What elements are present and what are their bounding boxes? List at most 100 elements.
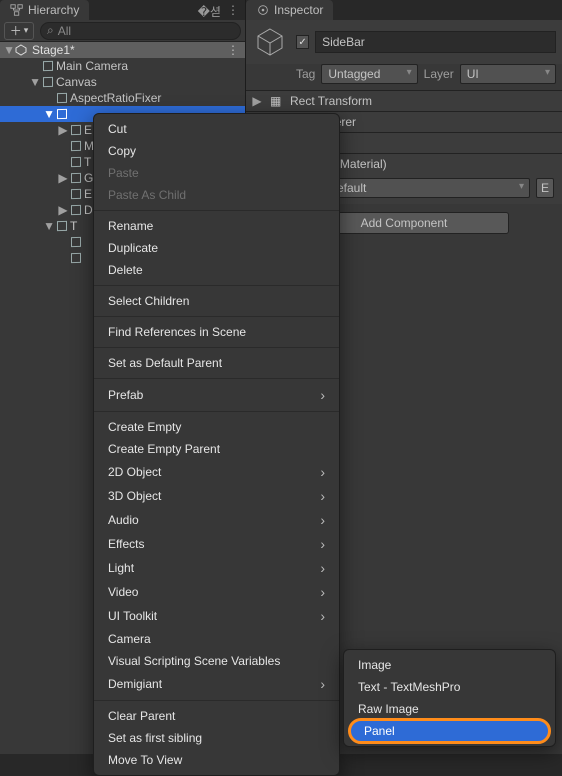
item-label: E xyxy=(84,187,92,201)
gameobject-icon xyxy=(70,156,82,168)
item-label: T xyxy=(84,155,91,169)
menu-item[interactable]: Light xyxy=(94,556,339,580)
menu-item[interactable]: Raw Image xyxy=(344,698,555,720)
item-label: G xyxy=(84,171,93,185)
lock-icon[interactable]: �셛 xyxy=(198,3,221,20)
menu-item[interactable]: Audio xyxy=(94,508,339,532)
menu-item[interactable]: Video xyxy=(94,580,339,604)
menu-item: Paste xyxy=(94,162,339,184)
tag-layer-row: Tag Untagged Layer UI xyxy=(246,64,562,90)
gameobject-icon xyxy=(56,220,68,232)
hierarchy-tab-bar: Hierarchy �셛 ⋮ xyxy=(0,0,245,20)
menu-item[interactable]: Cut xyxy=(94,118,339,140)
menu-item[interactable]: Copy xyxy=(94,140,339,162)
tag-dropdown[interactable]: Untagged xyxy=(321,64,417,84)
menu-item[interactable]: Clear Parent xyxy=(94,705,339,727)
unity-icon xyxy=(14,43,28,57)
foldout-icon[interactable]: ▼ xyxy=(30,77,40,87)
hierarchy-toolbar: ＋▾ ⌕ All xyxy=(0,20,245,42)
hierarchy-item[interactable]: AspectRatioFixer xyxy=(0,90,245,106)
separator xyxy=(94,411,339,412)
foldout-icon[interactable] xyxy=(44,93,54,103)
inspector-header: ✓ xyxy=(246,20,562,64)
foldout-icon[interactable]: ▶ xyxy=(58,205,68,215)
active-checkbox[interactable]: ✓ xyxy=(296,35,309,49)
menu-item[interactable]: Panel xyxy=(350,720,549,742)
menu-item[interactable]: Find References in Scene xyxy=(94,321,339,343)
foldout-icon[interactable] xyxy=(30,61,40,71)
menu-item[interactable]: Duplicate xyxy=(94,237,339,259)
gameobject-icon xyxy=(56,108,68,120)
menu-item[interactable]: Delete xyxy=(94,259,339,281)
gameobject-icon xyxy=(70,204,82,216)
create-button[interactable]: ＋▾ xyxy=(4,22,34,40)
chevron-down-icon[interactable]: ▼ xyxy=(4,45,14,55)
separator xyxy=(94,378,339,379)
separator xyxy=(94,347,339,348)
tab-inspector[interactable]: Inspector xyxy=(246,0,333,20)
menu-item[interactable]: Create Empty xyxy=(94,416,339,438)
component-header[interactable]: ▶ ▦ Rect Transform xyxy=(246,90,562,111)
inspector-icon xyxy=(256,3,270,17)
foldout-icon[interactable] xyxy=(58,237,68,247)
gameobject-icon xyxy=(70,140,82,152)
menu-item[interactable]: Effects xyxy=(94,532,339,556)
chevron-down-icon: ▾ xyxy=(24,25,29,36)
scene-row[interactable]: ▼ Stage1* ⋮ xyxy=(0,42,245,58)
gameobject-icon xyxy=(42,60,54,72)
menu-item[interactable]: Image xyxy=(344,654,555,676)
component-title: Rect Transform xyxy=(290,94,372,108)
menu-item[interactable]: Create Empty Parent xyxy=(94,438,339,460)
menu-item[interactable]: Demigiant xyxy=(94,672,339,696)
item-label: E xyxy=(84,123,92,137)
menu-item[interactable]: Rename xyxy=(94,215,339,237)
ui-submenu: ImageText - TextMeshProRaw ImagePanel xyxy=(343,649,556,747)
menu-item[interactable]: Select Children xyxy=(94,290,339,312)
separator xyxy=(94,316,339,317)
edit-button[interactable]: E xyxy=(536,178,554,198)
foldout-icon[interactable]: ▶ xyxy=(58,173,68,183)
gameobject-icon xyxy=(70,252,82,264)
menu-item[interactable]: Visual Scripting Scene Variables xyxy=(94,650,339,672)
foldout-icon[interactable]: ▶ xyxy=(252,96,262,106)
menu-item[interactable]: 2D Object xyxy=(94,460,339,484)
foldout-icon[interactable] xyxy=(58,189,68,199)
name-field[interactable] xyxy=(315,31,556,53)
search-placeholder: All xyxy=(58,24,71,38)
layer-dropdown[interactable]: UI xyxy=(460,64,556,84)
foldout-icon[interactable] xyxy=(58,253,68,263)
gameobject-icon[interactable] xyxy=(252,24,288,60)
menu-item[interactable]: Set as first sibling xyxy=(94,727,339,749)
hierarchy-item[interactable]: ▼ Canvas xyxy=(0,74,245,90)
gameobject-icon xyxy=(70,236,82,248)
search-icon: ⌕ xyxy=(47,23,54,38)
item-label: Main Camera xyxy=(56,59,128,73)
hierarchy-icon xyxy=(10,3,24,17)
menu-item[interactable]: Prefab xyxy=(94,383,339,407)
menu-item[interactable]: Move To View xyxy=(94,749,339,771)
menu-item[interactable]: Text - TextMeshPro xyxy=(344,676,555,698)
menu-item[interactable]: Set as Default Parent xyxy=(94,352,339,374)
tag-label: Tag xyxy=(296,67,315,81)
menu-item[interactable]: 3D Object xyxy=(94,484,339,508)
gameobject-icon xyxy=(70,124,82,136)
foldout-icon[interactable]: ▼ xyxy=(44,109,54,119)
foldout-icon[interactable] xyxy=(58,157,68,167)
tab-hierarchy[interactable]: Hierarchy xyxy=(0,0,89,20)
component-icon: ▦ xyxy=(270,94,284,108)
kebab-icon[interactable]: ⋮ xyxy=(227,3,239,20)
menu-item[interactable]: Camera xyxy=(94,628,339,650)
inspector-tab-bar: Inspector xyxy=(246,0,562,20)
separator xyxy=(94,285,339,286)
layer-label: Layer xyxy=(424,67,454,81)
foldout-icon[interactable]: ▼ xyxy=(44,221,54,231)
item-label: Canvas xyxy=(56,75,97,89)
kebab-icon[interactable]: ⋮ xyxy=(227,43,239,57)
search-input[interactable]: ⌕ All xyxy=(40,22,241,40)
gameobject-icon xyxy=(70,172,82,184)
gameobject-icon xyxy=(42,76,54,88)
menu-item[interactable]: UI Toolkit xyxy=(94,604,339,628)
foldout-icon[interactable] xyxy=(58,141,68,151)
foldout-icon[interactable]: ▶ xyxy=(58,125,68,135)
hierarchy-item[interactable]: Main Camera xyxy=(0,58,245,74)
